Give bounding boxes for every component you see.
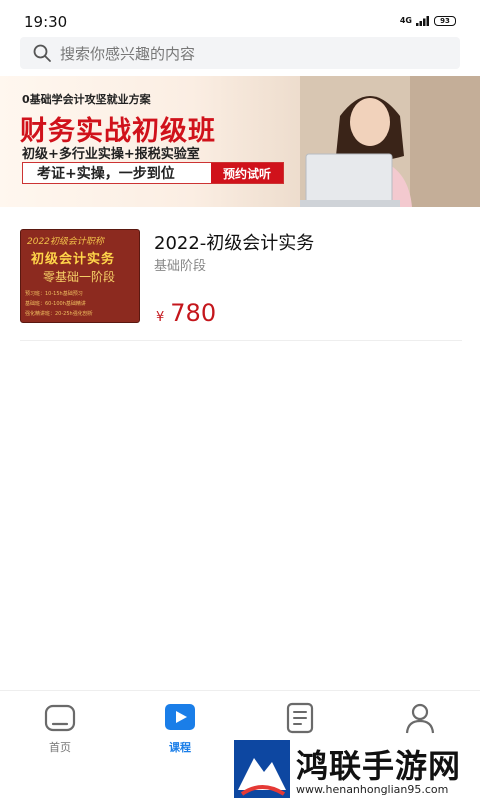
course-price: ¥ 780 bbox=[156, 299, 216, 327]
thumb-line5: 基础班：60-100h基础精讲 bbox=[25, 301, 86, 307]
banner-slogan-box: 考证+实操，一步到位 预约试听 bbox=[22, 162, 284, 184]
nav-item-profile[interactable] bbox=[380, 701, 460, 735]
battery-icon: 93 bbox=[434, 16, 456, 26]
status-indicators: 4G 93 bbox=[400, 16, 456, 26]
search-placeholder: 搜索你感兴趣的内容 bbox=[60, 44, 196, 63]
banner-features: 初级+多行业实操+报税实验室 bbox=[22, 147, 200, 162]
course-thumbnail: 2022初级会计职称 初级会计实务 零基础一阶段 预习班：10-15h基础预习 … bbox=[20, 229, 140, 323]
course-card[interactable]: 2022初级会计职称 初级会计实务 零基础一阶段 预习班：10-15h基础预习 … bbox=[20, 229, 462, 341]
home-icon bbox=[44, 704, 76, 732]
banner-slogan: 考证+实操，一步到位 bbox=[37, 166, 175, 182]
nav-label-courses: 课程 bbox=[169, 741, 191, 754]
banner-subtitle: 0基础学会计攻坚就业方案 bbox=[22, 93, 151, 106]
site-watermark: 鸿联手游网 www.henanhonglian95.com bbox=[232, 738, 480, 800]
nav-item-home[interactable]: 首页 bbox=[20, 701, 100, 755]
currency-symbol: ¥ bbox=[156, 310, 165, 325]
thumb-line6: 强化精讲班：20-25h强化剖析 bbox=[25, 311, 93, 317]
nav-item-courses[interactable]: 课程 bbox=[140, 701, 220, 755]
signal-icon bbox=[416, 16, 429, 26]
thumb-line2: 初级会计实务 bbox=[31, 252, 116, 267]
watermark-title: 鸿联手游网 bbox=[296, 747, 462, 785]
nav-label-home: 首页 bbox=[49, 741, 71, 754]
list-icon bbox=[286, 702, 314, 734]
thumb-line3: 零基础一阶段 bbox=[43, 270, 116, 284]
search-icon bbox=[33, 44, 51, 62]
presenter-illustration bbox=[300, 76, 480, 207]
play-icon bbox=[165, 704, 195, 730]
price-value: 780 bbox=[170, 299, 217, 327]
watermark-logo-icon bbox=[234, 740, 290, 798]
course-stage: 基础阶段 bbox=[154, 259, 207, 274]
nav-item-list[interactable] bbox=[260, 701, 340, 735]
status-bar: 19:30 4G 93 bbox=[0, 0, 480, 31]
user-icon bbox=[405, 703, 435, 734]
watermark-url: www.henanhonglian95.com bbox=[296, 783, 449, 796]
promo-banner[interactable]: 0基础学会计攻坚就业方案 财务实战初级班 初级+多行业实操+报税实验室 考证+实… bbox=[0, 76, 480, 207]
course-title[interactable]: 2022-初级会计实务 bbox=[154, 229, 314, 255]
thumb-line4: 预习班：10-15h基础预习 bbox=[25, 291, 83, 297]
status-time: 19:30 bbox=[24, 13, 68, 31]
network-type: 4G bbox=[399, 16, 412, 25]
search-input[interactable]: 搜索你感兴趣的内容 bbox=[20, 37, 460, 69]
book-trial-button[interactable]: 预约试听 bbox=[211, 163, 283, 183]
thumb-line1: 2022初级会计职称 bbox=[27, 237, 104, 247]
